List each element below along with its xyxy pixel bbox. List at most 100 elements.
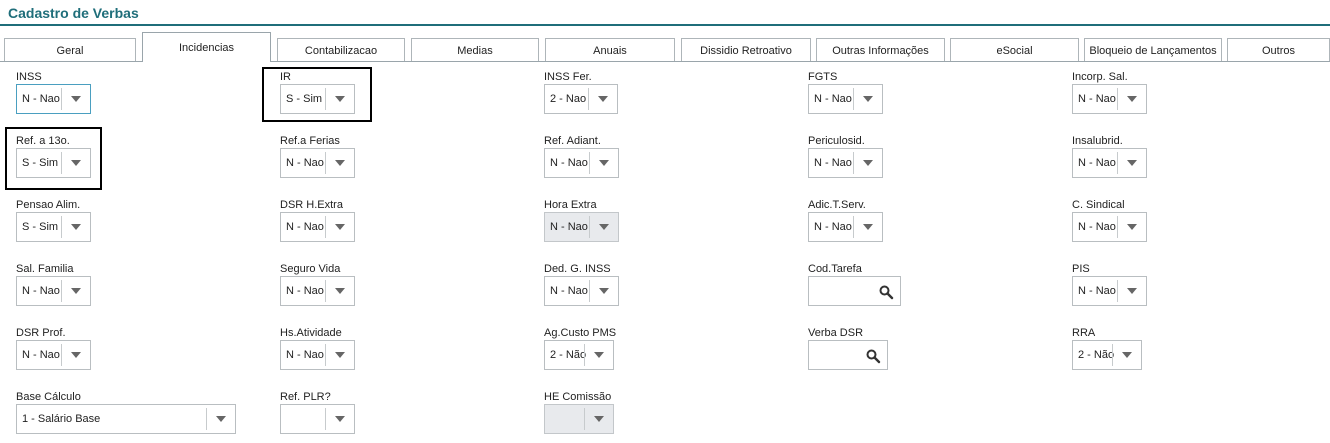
chevron-down-icon[interactable] <box>62 341 90 369</box>
chevron-down-icon[interactable] <box>326 85 354 113</box>
verba-dsr-label: Verba DSR <box>808 327 864 339</box>
hora-extra-label: Hora Extra <box>544 199 597 211</box>
cod-tarefa-input[interactable] <box>808 276 901 306</box>
chevron-down-icon[interactable] <box>854 213 882 241</box>
he-comissao-label: HE Comissão <box>544 391 612 403</box>
chevron-down-icon[interactable] <box>1118 149 1146 177</box>
chevron-down-icon[interactable] <box>585 341 613 369</box>
title-bar: Cadastro de Verbas <box>0 0 1330 26</box>
tab-geral[interactable]: Geral <box>4 38 136 61</box>
chevron-down-icon <box>590 213 618 241</box>
hs-atividade-label: Hs.Atividade <box>280 327 342 339</box>
tab-dissidio-retroativo[interactable]: Dissidio Retroativo <box>681 38 811 61</box>
fgts-select[interactable]: N - Nao <box>808 84 883 114</box>
chevron-down-icon[interactable] <box>854 149 882 177</box>
ref-plr-select[interactable] <box>280 404 355 434</box>
insalubrid-label: Insalubrid. <box>1072 135 1123 147</box>
incorp-sal-value: N - Nao <box>1078 93 1116 105</box>
rra-select[interactable]: 2 - Não <box>1072 340 1142 370</box>
ag-custo-pms-label: Ag.Custo PMS <box>544 327 617 339</box>
inss-select[interactable]: N - Nao <box>16 84 91 114</box>
c-sindical-label: C. Sindical <box>1072 199 1125 211</box>
chevron-down-icon[interactable] <box>326 277 354 305</box>
ag-custo-pms-select[interactable]: 2 - Não <box>544 340 614 370</box>
sal-familia-select[interactable]: N - Nao <box>16 276 91 306</box>
cod-tarefa-label: Cod.Tarefa <box>808 263 862 275</box>
base-calculo-select[interactable]: 1 - Salário Base <box>16 404 236 434</box>
chevron-down-icon[interactable] <box>62 85 90 113</box>
dsr-h-extra-label: DSR H.Extra <box>280 199 343 211</box>
chevron-down-icon[interactable] <box>207 405 235 433</box>
ir-select[interactable]: S - Sim <box>280 84 355 114</box>
chevron-down-icon[interactable] <box>62 213 90 241</box>
hora-extra-select: N - Nao <box>544 212 619 242</box>
c-sindical-select[interactable]: N - Nao <box>1072 212 1147 242</box>
dsr-prof-select[interactable]: N - Nao <box>16 340 91 370</box>
page-title: Cadastro de Verbas <box>8 5 139 21</box>
insalubrid-select[interactable]: N - Nao <box>1072 148 1147 178</box>
pensao-alim-value: S - Sim <box>22 221 59 233</box>
ir-label: IR <box>280 71 291 83</box>
rra-value: 2 - Não <box>1078 349 1115 361</box>
hs-atividade-select[interactable]: N - Nao <box>280 340 355 370</box>
incorp-sal-select[interactable]: N - Nao <box>1072 84 1147 114</box>
chevron-down-icon[interactable] <box>590 149 618 177</box>
fgts-value: N - Nao <box>814 93 852 105</box>
chevron-down-icon[interactable] <box>326 405 354 433</box>
chevron-down-icon[interactable] <box>326 149 354 177</box>
chevron-down-icon[interactable] <box>62 277 90 305</box>
inss-fer-label: INSS Fer. <box>544 71 592 83</box>
fgts-label: FGTS <box>808 71 838 83</box>
periculosid-label: Periculosid. <box>808 135 865 147</box>
ded-g-inss-label: Ded. G. INSS <box>544 263 611 275</box>
inss-fer-select[interactable]: 2 - Nao <box>544 84 618 114</box>
adic-t-serv-select[interactable]: N - Nao <box>808 212 883 242</box>
dsr-h-extra-select[interactable]: N - Nao <box>280 212 355 242</box>
chevron-down-icon[interactable] <box>1118 85 1146 113</box>
chevron-down-icon[interactable] <box>589 85 617 113</box>
ref-adiant-label: Ref. Adiant. <box>544 135 601 147</box>
hora-extra-value: N - Nao <box>550 221 588 233</box>
tab-outras-informacoes[interactable]: Outras Informações <box>816 38 945 61</box>
tab-outros[interactable]: Outros <box>1227 38 1330 61</box>
chevron-down-icon[interactable] <box>326 341 354 369</box>
insalubrid-value: N - Nao <box>1078 157 1116 169</box>
tab-incidencias[interactable]: Incidencias <box>142 32 271 62</box>
pensao-alim-select[interactable]: S - Sim <box>16 212 91 242</box>
tab-anuais[interactable]: Anuais <box>545 38 675 61</box>
seguro-vida-select[interactable]: N - Nao <box>280 276 355 306</box>
tab-medias[interactable]: Medias <box>411 38 539 61</box>
base-calculo-label: Base Cálculo <box>16 391 81 403</box>
search-icon[interactable] <box>878 284 894 300</box>
ref-13o-select[interactable]: S - Sim <box>16 148 91 178</box>
chevron-down-icon[interactable] <box>1118 277 1146 305</box>
chevron-down-icon[interactable] <box>1118 213 1146 241</box>
tab-bloqueio-de-lancamentos[interactable]: Bloqueio de Lançamentos <box>1084 38 1222 61</box>
chevron-down-icon[interactable] <box>590 277 618 305</box>
ded-g-inss-value: N - Nao <box>550 285 588 297</box>
periculosid-select[interactable]: N - Nao <box>808 148 883 178</box>
he-comissao-select <box>544 404 614 434</box>
chevron-down-icon[interactable] <box>854 85 882 113</box>
hs-atividade-value: N - Nao <box>286 349 324 361</box>
periculosid-value: N - Nao <box>814 157 852 169</box>
pis-select[interactable]: N - Nao <box>1072 276 1147 306</box>
ir-value: S - Sim <box>286 93 323 105</box>
chevron-down-icon[interactable] <box>1113 341 1141 369</box>
dsr-prof-label: DSR Prof. <box>16 327 66 339</box>
ded-g-inss-select[interactable]: N - Nao <box>544 276 619 306</box>
tab-bar: Geral Incidencias Contabilizacao Medias … <box>0 32 1330 62</box>
ref-ferias-select[interactable]: N - Nao <box>280 148 355 178</box>
search-icon[interactable] <box>865 348 881 364</box>
sal-familia-value: N - Nao <box>22 285 60 297</box>
inss-label: INSS <box>16 71 42 83</box>
chevron-down-icon[interactable] <box>326 213 354 241</box>
verba-dsr-input[interactable] <box>808 340 888 370</box>
chevron-down-icon[interactable] <box>62 149 90 177</box>
ref-adiant-select[interactable]: N - Nao <box>544 148 619 178</box>
tab-contabilizacao[interactable]: Contabilizacao <box>277 38 405 61</box>
tab-esocial[interactable]: eSocial <box>950 38 1079 61</box>
adic-t-serv-label: Adic.T.Serv. <box>808 199 866 211</box>
rra-label: RRA <box>1072 327 1096 339</box>
ref-ferias-value: N - Nao <box>286 157 324 169</box>
